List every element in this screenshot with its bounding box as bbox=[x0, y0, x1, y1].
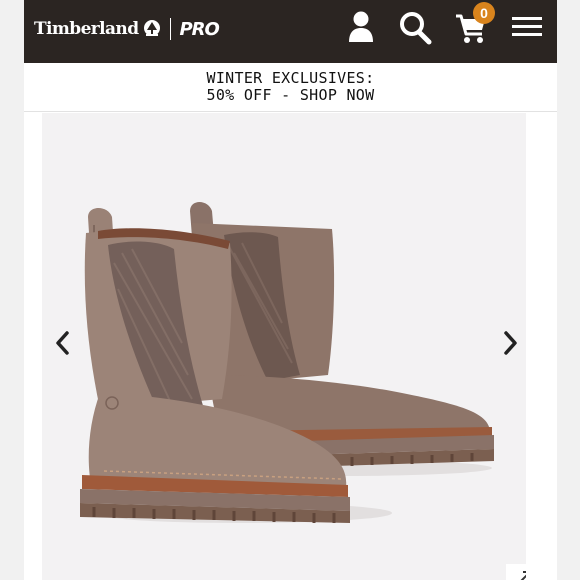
cart-count-badge[interactable]: 0 bbox=[473, 2, 495, 24]
page: Timberland PRO 0 WINTER EXCLUSIVES: 50% … bbox=[24, 0, 557, 580]
brand-logo[interactable]: Timberland PRO bbox=[34, 16, 220, 42]
product-image bbox=[80, 202, 494, 523]
promo-banner[interactable]: WINTER EXCLUSIVES: 50% OFF - SHOP NOW bbox=[24, 63, 557, 112]
site-header: Timberland PRO 0 bbox=[24, 0, 557, 63]
user-icon[interactable] bbox=[348, 10, 374, 44]
brand-name: Timberland bbox=[34, 19, 139, 39]
tree-logo-icon bbox=[144, 20, 161, 36]
promo-offer-link[interactable]: 50% OFF - SHOP NOW bbox=[24, 87, 557, 104]
search-icon[interactable] bbox=[398, 10, 432, 46]
expand-icon[interactable] bbox=[506, 564, 526, 580]
product-image-carousel[interactable] bbox=[42, 113, 526, 580]
hamburger-menu-icon[interactable] bbox=[511, 14, 543, 40]
promo-headline: WINTER EXCLUSIVES: bbox=[206, 69, 375, 87]
chevron-left-icon[interactable] bbox=[50, 327, 74, 359]
chevron-right-icon[interactable] bbox=[499, 327, 523, 359]
logo-divider bbox=[170, 18, 172, 40]
pro-logo[interactable]: PRO bbox=[179, 19, 219, 40]
